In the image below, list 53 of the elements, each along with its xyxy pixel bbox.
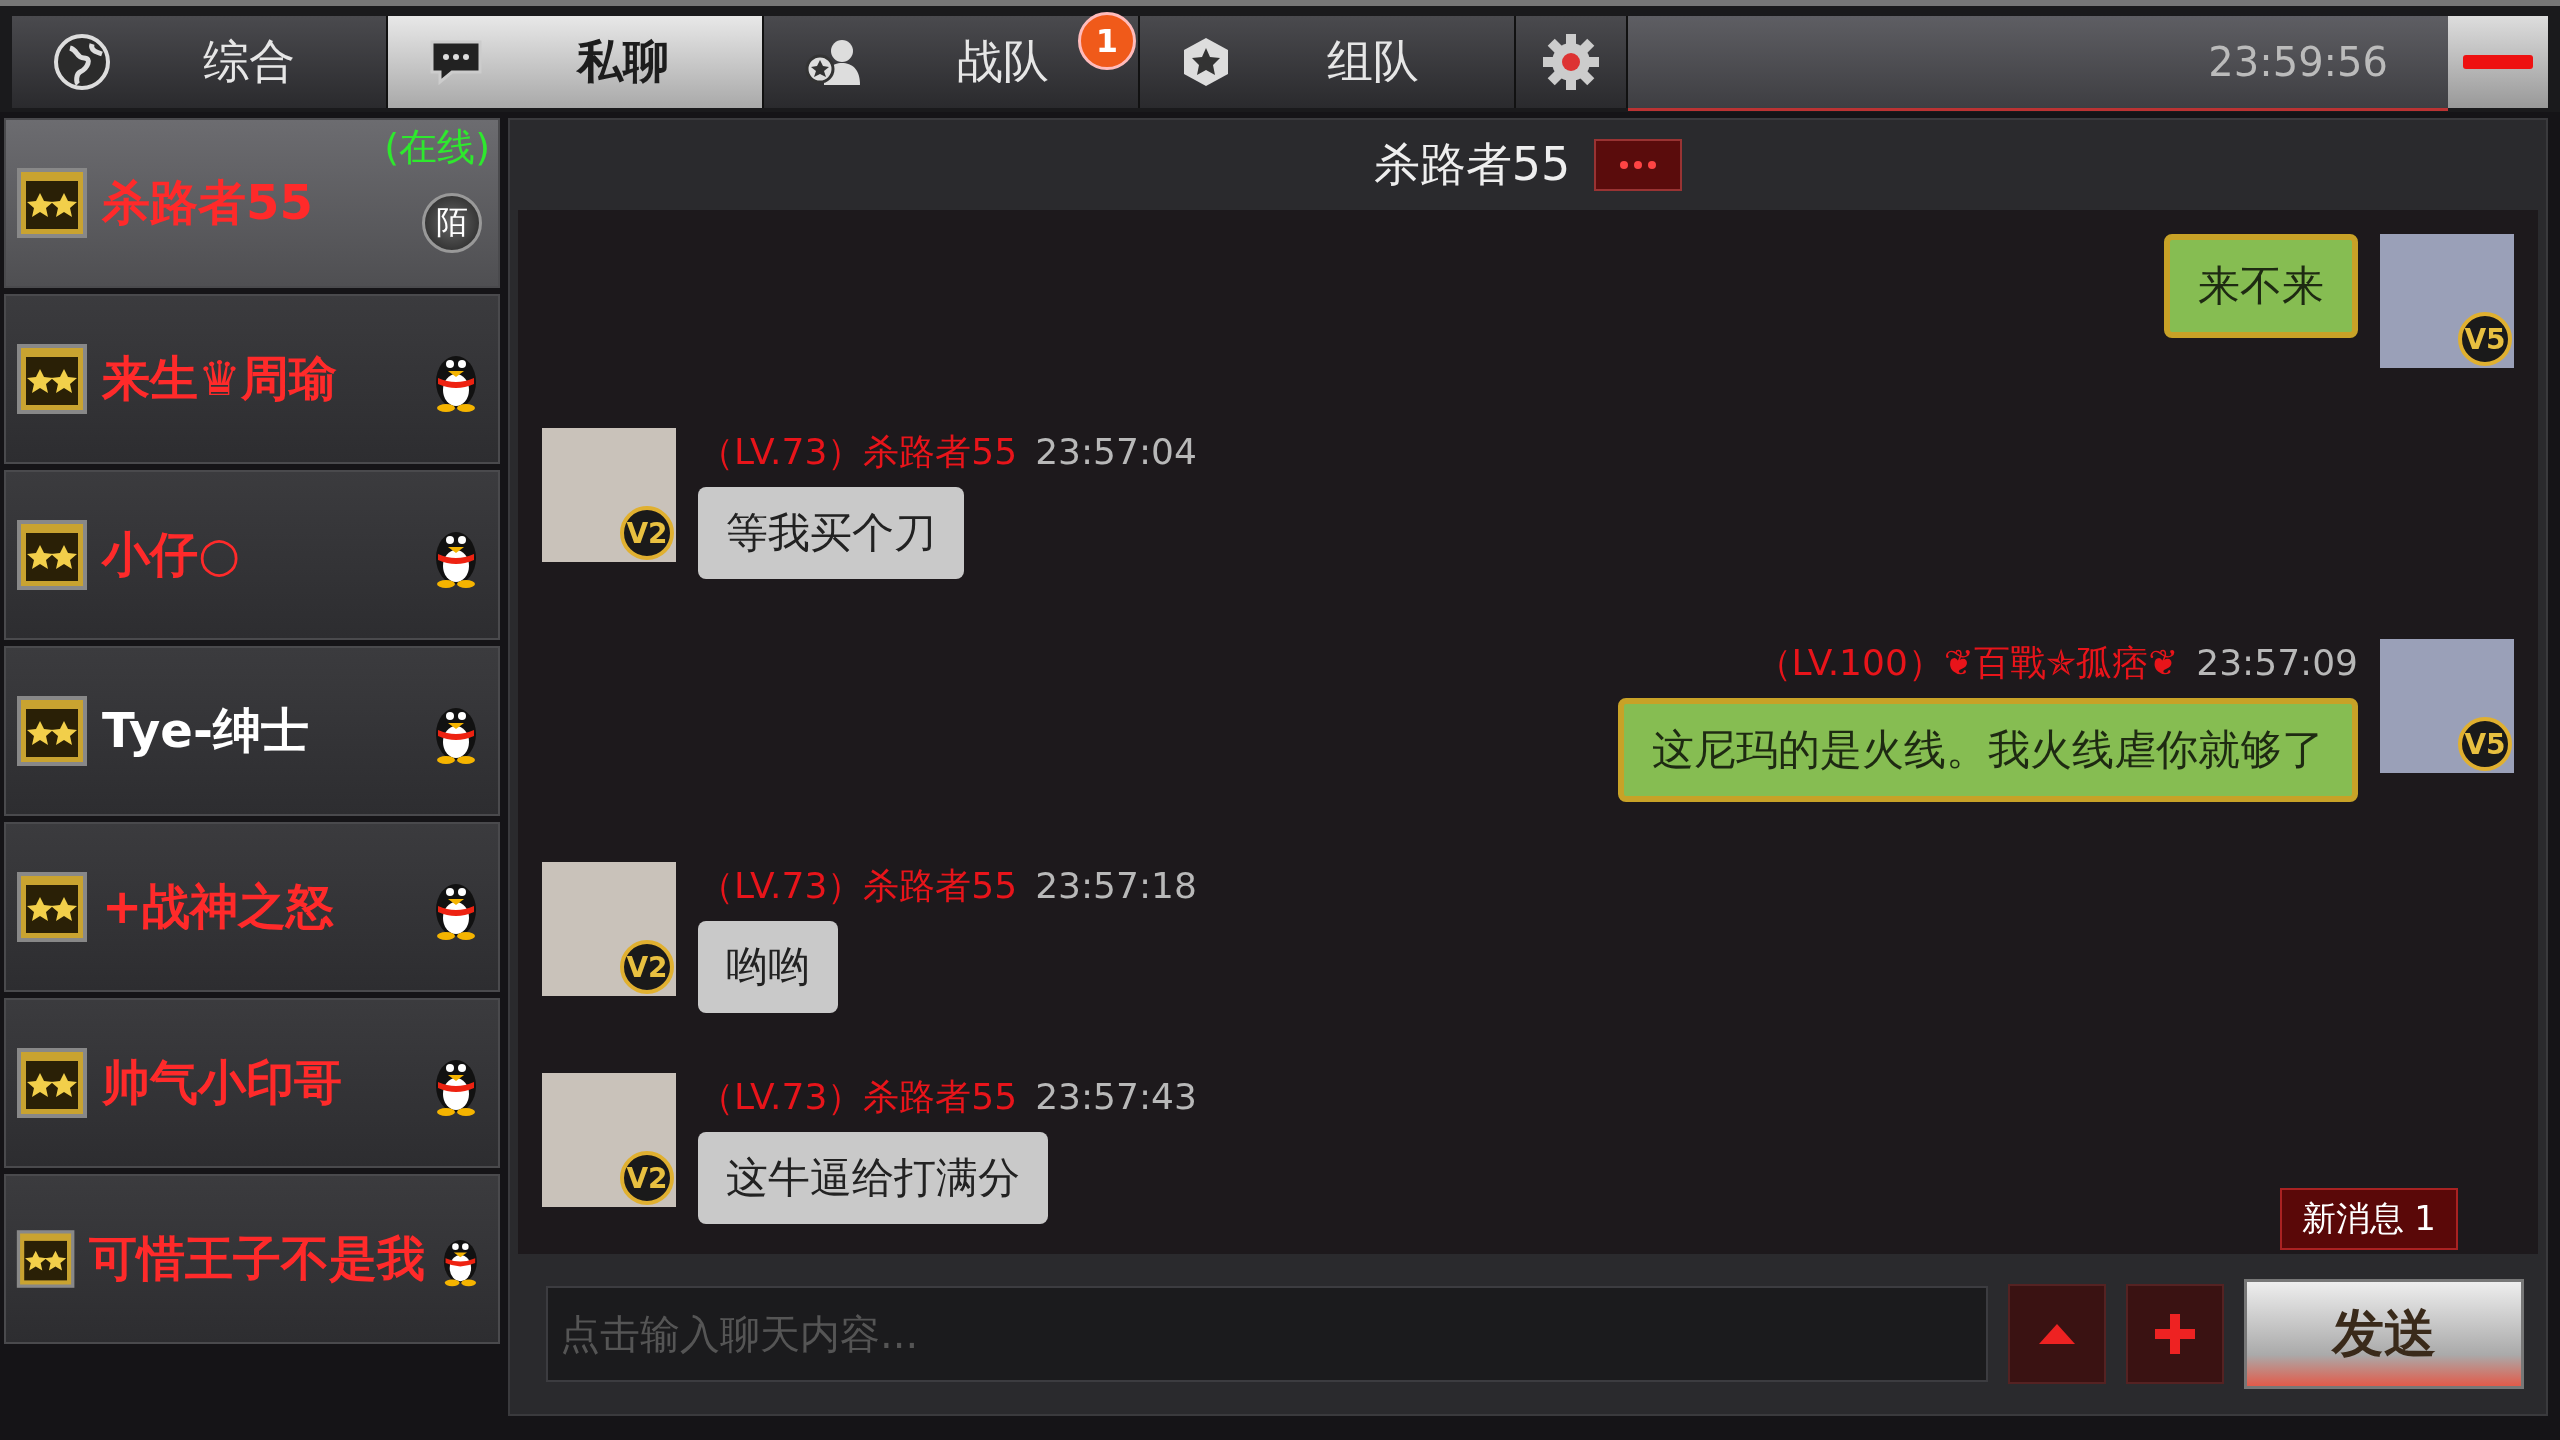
notification-badge: 1 xyxy=(1078,12,1136,70)
sender-name: （LV.73）杀路者55 xyxy=(698,1075,1018,1119)
contact-name: 帅气小印哥 xyxy=(102,1053,343,1112)
rank-insignia-icon xyxy=(16,343,88,415)
contact-name: 来生♛周瑜 xyxy=(102,349,339,408)
vip-badge: V5 xyxy=(2458,312,2512,366)
message-bubble: 这牛逼给打满分 xyxy=(698,1132,1048,1224)
emoji-toggle-button[interactable] xyxy=(2008,1284,2106,1384)
message-time: 23:57:43 xyxy=(1035,1076,1197,1117)
sender-name: （LV.73）杀路者55 xyxy=(698,430,1018,474)
contact-name: 可惜王子不是我 xyxy=(89,1229,426,1288)
message-time: 23:57:04 xyxy=(1035,431,1197,472)
contact-item[interactable]: 杀路者55 (在线) 陌 xyxy=(4,118,500,288)
more-button[interactable] xyxy=(1594,139,1683,191)
new-message-badge[interactable]: 新消息 1 xyxy=(2279,1188,2458,1250)
plus-icon xyxy=(2153,1312,2197,1356)
message-bubble: 这尼玛的是火线。我火线虐你就够了 xyxy=(1618,698,2358,802)
contact-name: +战神之怒 xyxy=(102,877,336,936)
message-bubble: 来不来 xyxy=(2164,234,2358,338)
message-bubble: 哟哟 xyxy=(698,921,838,1013)
send-button[interactable]: 发送 xyxy=(2244,1279,2524,1389)
message-bubble: 等我买个刀 xyxy=(698,487,964,579)
rank-insignia-icon xyxy=(16,519,88,591)
rank-insignia-icon xyxy=(16,695,88,767)
nav-tab[interactable]: 综合 xyxy=(12,16,388,108)
contact-item[interactable]: Tye-绅士 xyxy=(4,646,500,816)
stranger-badge: 陌 xyxy=(422,193,482,253)
chat-title: 杀路者55 xyxy=(1373,136,1571,193)
clock-time: 23:59:56 xyxy=(2208,39,2388,85)
sender-name: （LV.100）❦百戰✯孤痞❦ xyxy=(1755,641,2179,685)
message-time: 23:57:18 xyxy=(1035,865,1197,906)
vip-badge: V2 xyxy=(620,940,674,994)
contact-name: 小仔○ xyxy=(102,525,241,584)
vip-badge: V2 xyxy=(620,1151,674,1205)
sender-name: （LV.73）杀路者55 xyxy=(698,864,1018,908)
nav-tab[interactable]: 组队 xyxy=(1140,16,1516,108)
chat-icon xyxy=(428,38,484,86)
vip-badge: V2 xyxy=(620,506,674,560)
caret-up-icon xyxy=(2037,1322,2077,1346)
rank-insignia-icon xyxy=(16,167,88,239)
rank-insignia-icon xyxy=(16,1047,88,1119)
minimize-button[interactable] xyxy=(2448,16,2548,108)
online-status: (在线) xyxy=(384,124,490,171)
vip-badge: V5 xyxy=(2458,717,2512,771)
rank-insignia-icon xyxy=(16,871,88,943)
nav-tab[interactable]: 私聊 xyxy=(388,16,764,108)
settings-icon[interactable] xyxy=(1541,32,1601,92)
globe-icon xyxy=(52,32,112,92)
add-button[interactable] xyxy=(2126,1284,2224,1384)
message-time: 23:57:09 xyxy=(2196,642,2358,683)
contact-name: 杀路者55 xyxy=(102,173,314,232)
contact-name: Tye-绅士 xyxy=(102,701,310,760)
chat-input[interactable]: 点击输入聊天内容... xyxy=(546,1286,1988,1382)
